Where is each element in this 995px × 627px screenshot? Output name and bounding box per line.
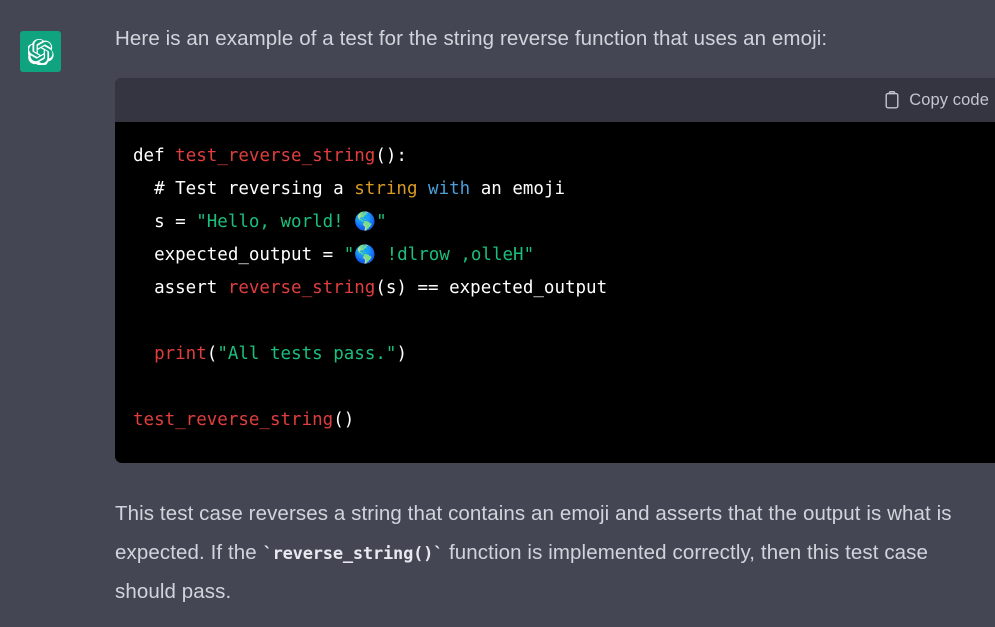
code-token: an emoji — [470, 179, 566, 199]
code-line: # Test reversing a string with an emoji — [133, 173, 990, 206]
copy-code-label: Copy code — [909, 90, 989, 109]
code-line: def test_reverse_string(): — [133, 140, 990, 173]
code-line: s = "Hello, world! 🌎" — [133, 206, 990, 239]
code-token: string — [354, 179, 418, 199]
code-token: expected_output = — [133, 245, 344, 265]
code-token: test_reverse_string — [175, 146, 376, 166]
code-token: s = — [133, 212, 197, 232]
code-token: (): — [375, 146, 407, 166]
code-token: () — [333, 410, 355, 430]
code-token: !dlrow ,olleH" — [376, 245, 535, 265]
code-token: (s) == expected_output — [375, 278, 608, 298]
copy-code-button[interactable]: Copy code — [884, 91, 989, 110]
code-token: def — [133, 146, 176, 166]
code-token: " — [376, 212, 387, 232]
code-line: assert reverse_string(s) == expected_out… — [133, 272, 990, 305]
avatar — [20, 31, 61, 72]
code-token: assert — [133, 278, 228, 298]
code-token: reverse_string — [227, 278, 376, 298]
assistant-message-row: Here is an example of a test for the str… — [0, 0, 995, 627]
code-line: print("All tests pass.") — [133, 338, 990, 371]
code-token: with — [428, 179, 471, 199]
code-block: Copy code def test_reverse_string(): # T… — [115, 78, 995, 463]
code-token: ) — [396, 344, 407, 364]
code-token: test_reverse_string — [133, 410, 334, 430]
clipboard-icon — [884, 91, 900, 109]
openai-logo-icon — [27, 38, 54, 65]
code-token: "All tests pass." — [217, 344, 397, 364]
intro-paragraph: Here is an example of a test for the str… — [115, 27, 828, 50]
code-token: print — [154, 344, 207, 364]
code-token: " — [343, 245, 355, 265]
code-line: expected_output = "🌎 !dlrow ,olleH" — [133, 239, 990, 272]
code-line: test_reverse_string() — [133, 404, 990, 437]
message-body: Here is an example of a test for the str… — [115, 24, 995, 612]
code-block-header: Copy code — [115, 78, 995, 122]
code-token: ( — [206, 344, 218, 364]
code-token: # Test reversing a — [133, 179, 355, 199]
code-content[interactable]: def test_reverse_string(): # Test revers… — [115, 122, 995, 463]
outro-paragraph: This test case reverses a string that co… — [115, 495, 986, 612]
inline-code-reverse-string: `reverse_string()` — [262, 543, 444, 564]
code-token: "Hello, world! — [196, 212, 355, 232]
globe-emoji-icon: 🌎 — [354, 212, 377, 232]
globe-emoji-icon: 🌎 — [354, 245, 377, 265]
